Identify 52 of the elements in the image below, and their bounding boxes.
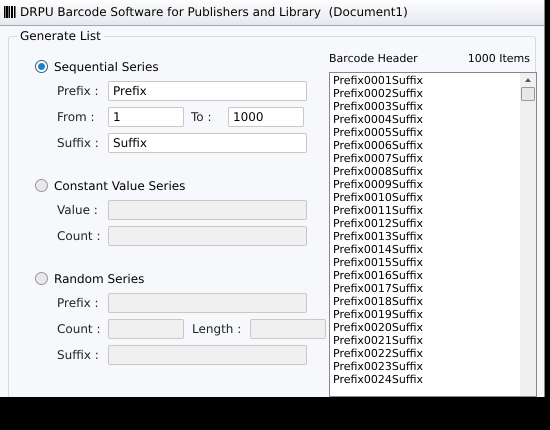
field-label: Count : (57, 320, 102, 338)
list-item[interactable]: Prefix0002Suffix (333, 87, 520, 100)
list-item[interactable]: Prefix0019Suffix (333, 308, 520, 321)
radio-button[interactable] (35, 179, 48, 192)
list-item[interactable]: Prefix0009Suffix (333, 178, 520, 191)
radio-label[interactable]: Sequential Series (54, 58, 159, 76)
list-item[interactable]: Prefix0007Suffix (333, 152, 520, 165)
text-field[interactable]: Prefix (108, 80, 307, 100)
list-item[interactable]: Prefix0010Suffix (333, 191, 520, 204)
field-label: Prefix : (57, 294, 100, 312)
field-label: Length : (192, 320, 242, 338)
barcode-icon (4, 6, 16, 18)
list-item[interactable]: Prefix0011Suffix (333, 204, 520, 217)
radio-button[interactable] (35, 60, 48, 73)
list-item[interactable]: Prefix0024Suffix (333, 373, 520, 386)
field-label: Suffix : (57, 346, 100, 364)
list-item[interactable]: Prefix0012Suffix (333, 217, 520, 230)
text-field[interactable]: 1 (108, 106, 184, 126)
radio-label[interactable]: Random Series (54, 270, 144, 288)
barcode-list[interactable] (329, 72, 537, 397)
list-item[interactable]: Prefix0016Suffix (333, 269, 520, 282)
list-item[interactable]: Prefix0013Suffix (333, 230, 520, 243)
list-item[interactable]: Prefix0020Suffix (333, 321, 520, 334)
list-item[interactable]: Prefix0018Suffix (333, 295, 520, 308)
list-item[interactable]: Prefix0015Suffix (333, 256, 520, 269)
list-item[interactable]: Prefix0005Suffix (333, 126, 520, 139)
list-item[interactable]: Prefix0023Suffix (333, 360, 520, 373)
list-item[interactable]: Prefix0001Suffix (333, 74, 520, 87)
field-label: Prefix : (57, 82, 100, 100)
list-item[interactable]: Prefix0006Suffix (333, 139, 520, 152)
list-item[interactable]: Prefix0014Suffix (333, 243, 520, 256)
window-title: DRPU Barcode Software for Publishers and Library (Document1) (20, 4, 408, 22)
scroll-thumb[interactable] (521, 87, 535, 101)
field-label: To : (191, 108, 212, 126)
radio-button[interactable] (35, 272, 48, 285)
list-item[interactable]: Prefix0021Suffix (333, 334, 520, 347)
list-item[interactable]: Prefix0008Suffix (333, 165, 520, 178)
scrollbar[interactable] (520, 73, 536, 396)
list-item[interactable]: Prefix0003Suffix (333, 100, 520, 113)
field-label: Value : (57, 202, 99, 218)
list-item[interactable]: Prefix0017Suffix (333, 282, 520, 295)
list-item[interactable]: Prefix0004Suffix (333, 113, 520, 126)
item-count: 1000 Items (468, 50, 530, 66)
text-field[interactable]: 1000 (228, 106, 304, 126)
field-label: Suffix : (57, 134, 100, 152)
list-item[interactable]: Prefix0022Suffix (333, 347, 520, 360)
field-label: Count : (57, 228, 102, 244)
list-header: Barcode Header (329, 50, 418, 66)
text-field[interactable]: Suffix (108, 132, 307, 152)
group-title: Generate List (17, 28, 104, 44)
radio-label[interactable]: Constant Value Series (54, 176, 186, 194)
field-label: From : (57, 108, 96, 126)
